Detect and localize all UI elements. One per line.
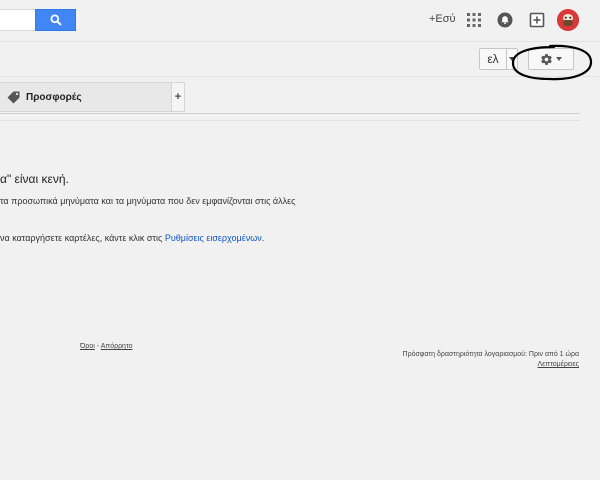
input-language-dropdown[interactable] — [506, 48, 518, 70]
tab-promotions[interactable]: Προσφορές — [0, 82, 172, 112]
search-icon — [50, 14, 62, 26]
footer-links: Όροι - Απόρρητο — [80, 343, 133, 350]
input-language-label: ελ — [487, 52, 499, 66]
notifications-icon[interactable] — [497, 12, 513, 28]
add-tab-label: + — [174, 91, 182, 103]
empty-tab-message: α" είναι κενή. — [0, 172, 69, 186]
input-language-button[interactable]: ελ — [479, 48, 507, 70]
settings-hint-suffix: . — [261, 233, 265, 243]
chevron-down-icon — [509, 57, 515, 61]
divider — [0, 120, 580, 121]
toolbar: ελ — [0, 42, 600, 77]
google-plus-profile-link[interactable]: +Εσύ — [429, 13, 456, 25]
privacy-link[interactable]: Απόρρητο — [101, 343, 133, 350]
settings-button[interactable] — [528, 48, 574, 70]
share-plus-icon[interactable] — [529, 12, 545, 28]
terms-link[interactable]: Όροι — [80, 343, 95, 350]
settings-hint-prefix: να καταργήσετε καρτέλες, κάντε κλικ στις — [0, 233, 163, 243]
chevron-down-icon — [556, 57, 562, 61]
add-tab-button[interactable]: + — [172, 82, 185, 112]
tab-description: τα προσωπικά μηνύματα και τα μηνύματα πο… — [0, 196, 296, 206]
gear-icon — [541, 53, 552, 65]
last-account-activity: Πρόσφατη δραστηριότητα λογαριασμού: Πριν… — [402, 351, 579, 358]
activity-details-link[interactable]: Λεπτομέρειες — [538, 361, 580, 368]
avatar[interactable] — [557, 9, 579, 31]
tag-icon — [7, 91, 20, 103]
tab-promotions-label: Προσφορές — [26, 91, 82, 103]
apps-grid-icon[interactable] — [467, 13, 481, 27]
search-button[interactable] — [35, 9, 76, 31]
divider — [0, 113, 580, 114]
top-header: +Εσύ — [0, 0, 600, 42]
inbox-settings-link[interactable]: Ρυθμίσεις εισερχομένων — [165, 233, 262, 243]
search-input[interactable] — [0, 9, 36, 31]
settings-hint: να καταργήσετε καρτέλες, κάντε κλικ στις… — [0, 233, 264, 243]
avatar-image — [557, 9, 579, 31]
